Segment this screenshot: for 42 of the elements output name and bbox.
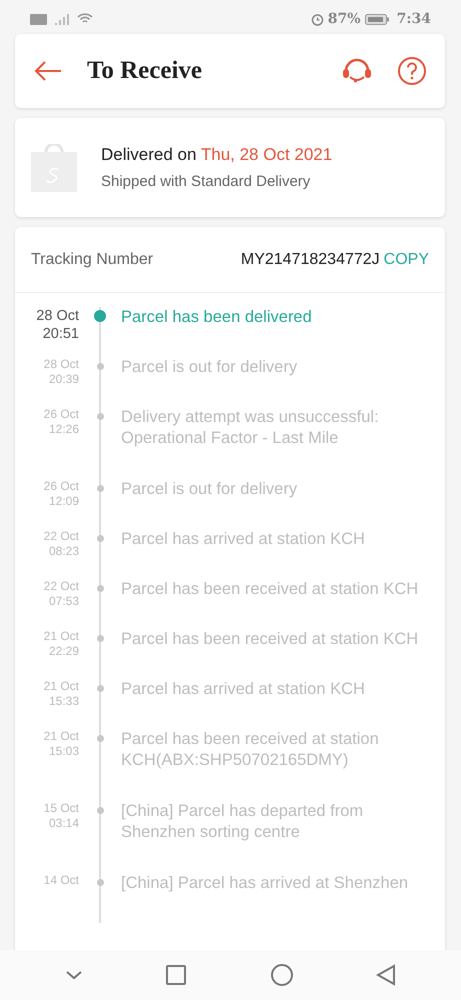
alarm-icon [310,12,324,26]
event-description: Parcel has been received at station KCH [121,629,420,650]
battery-percent: 87% [328,10,361,28]
event-timestamp: 26 Oct 12:09 [42,479,79,510]
event-description: Parcel is out for delivery [121,357,298,378]
home-icon[interactable] [270,963,294,987]
event-description: Delivery attempt was unsuccessful: Operational Factor - Last Mile [121,407,380,450]
event-timestamp: 28 Oct 20:39 [42,357,79,388]
delivery-status: Delivered on Thu, 28 Oct 2021 [101,144,332,166]
event-timestamp: 15 Oct 03:14 [42,801,79,832]
tracking-number: MY214718234772J [240,250,380,270]
event-description: [China] Parcel has arrived at Shenzhen [121,873,410,894]
headset-icon[interactable] [341,57,373,85]
chevron-down-icon[interactable] [65,970,84,980]
event-timestamp: 22 Oct 07:53 [42,579,79,610]
back-button[interactable] [33,59,63,83]
event-timestamp: 21 Oct 15:03 [42,729,79,760]
event-description: Parcel is out for delivery [121,479,298,500]
tracking-label: Tracking Number [31,250,154,270]
wifi-icon [77,13,93,25]
event-timestamp: 28 Oct 20:51 [35,307,79,344]
page-title: To Receive [87,56,204,86]
signal-icon [55,13,69,25]
event-description: [China] Parcel has departed from Shenzhen sorting centre [121,801,364,844]
event-description: Parcel has arrived at station KCH [121,679,366,700]
clock-time: 7:34 [396,10,431,28]
shopping-bag-icon [31,144,77,192]
event-timestamp: 22 Oct 08:23 [42,529,79,560]
event-timestamp: 21 Oct 22:29 [42,629,79,660]
event-description: Parcel has been received at station KCH(ABX:SHP50702165DMY) [121,729,380,772]
recents-icon[interactable] [165,964,188,986]
help-icon[interactable] [397,56,427,86]
event-timestamp: 21 Oct 15:33 [42,679,79,710]
event-description: Parcel has been received at station KCH [121,579,420,600]
event-timestamp: 14 Oct [42,873,79,889]
copy-button[interactable]: COPY [380,248,429,272]
back-icon[interactable] [376,964,396,986]
event-timestamp: 26 Oct 12:26 [42,407,79,438]
battery-icon [364,14,389,24]
shipping-method: Shipped with Standard Delivery [101,172,312,192]
event-description: Parcel has been delivered [121,307,313,328]
event-description: Parcel has arrived at station KCH [121,529,366,550]
